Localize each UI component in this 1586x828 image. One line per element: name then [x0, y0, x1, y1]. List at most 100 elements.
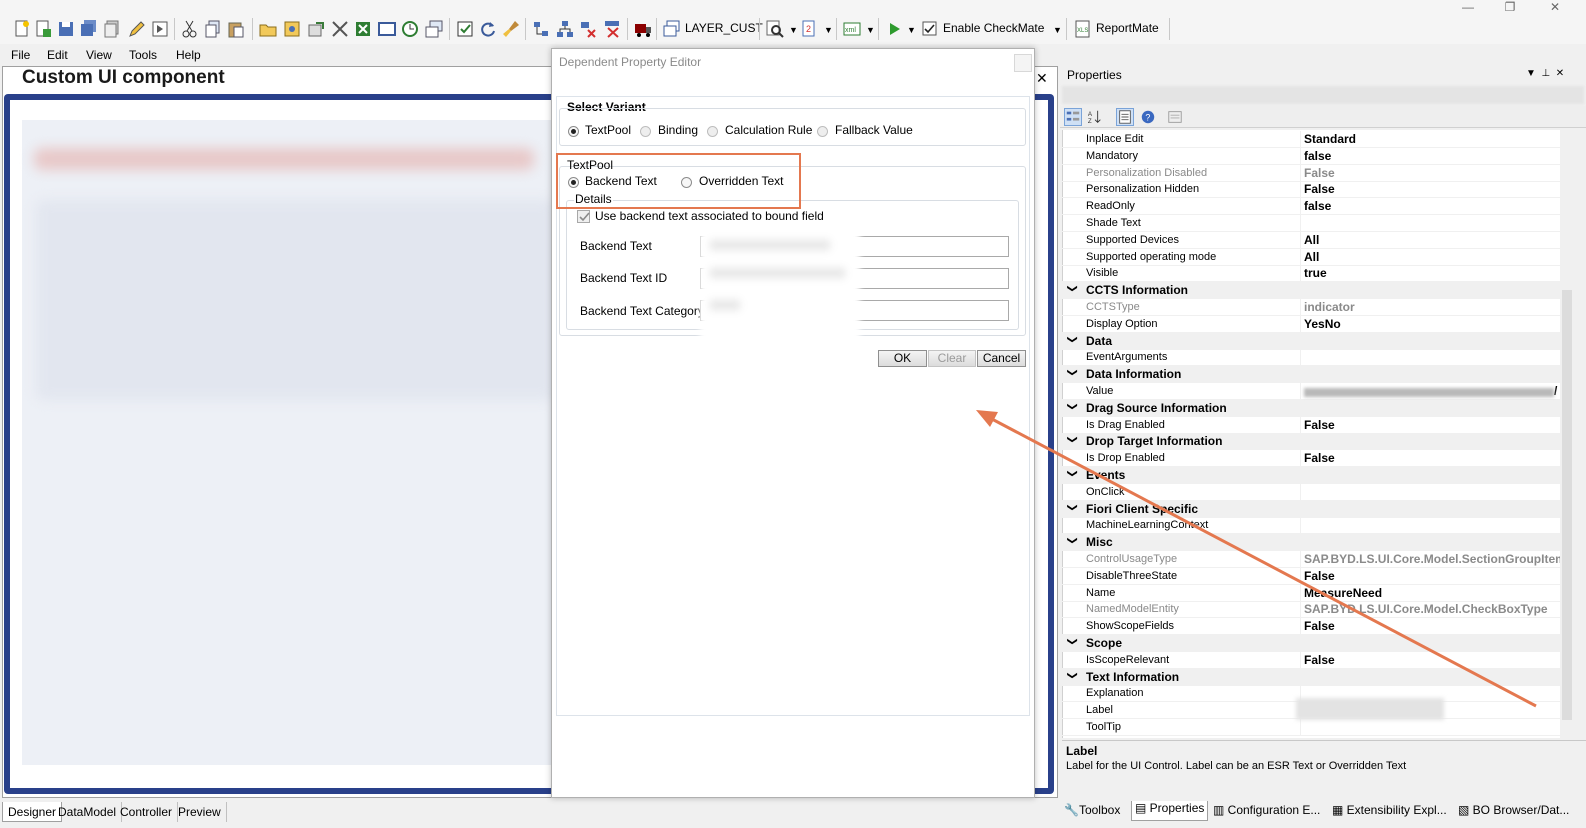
find-icon[interactable]	[765, 19, 785, 39]
cancel-button[interactable]: Cancel	[977, 350, 1026, 367]
restore-icon[interactable]: ❐	[1500, 0, 1520, 14]
save-icon[interactable]	[56, 19, 76, 39]
tab-extensibility-explorer[interactable]: ▦ Extensibility Expl...	[1332, 803, 1447, 817]
chevron-down-icon[interactable]: ❯	[1067, 436, 1078, 444]
radio-calculation-rule[interactable]	[707, 126, 718, 137]
chevron-down-icon[interactable]: ❯	[1067, 671, 1078, 679]
property-value[interactable]: false	[1304, 149, 1331, 163]
property-row[interactable]: Display Option YesNo	[1062, 315, 1560, 333]
property-value[interactable]: False	[1304, 166, 1335, 180]
property-category[interactable]: ❯ Drag Source Information	[1062, 399, 1560, 417]
tab-toolbox[interactable]: 🔧Toolbox	[1064, 803, 1120, 817]
property-row[interactable]: ToolTip	[1062, 719, 1560, 736]
tab-configuration-explorer[interactable]: ▥ Configuration E...	[1213, 803, 1320, 817]
property-value[interactable]: False	[1304, 451, 1335, 465]
deploy-icon[interactable]	[455, 19, 475, 39]
property-row[interactable]: Personalization Hidden False	[1062, 181, 1560, 199]
reportmate-label[interactable]: ReportMate	[1096, 21, 1159, 35]
pin-icon[interactable]: ▼ ⊥ ✕	[1526, 68, 1564, 79]
tools-icon[interactable]	[330, 19, 350, 39]
checkmate-checkbox-icon[interactable]	[922, 21, 938, 37]
transport-truck-icon[interactable]	[633, 19, 653, 39]
property-value[interactable]: /	[1554, 384, 1557, 398]
radio-textpool-label[interactable]: TextPool	[585, 123, 631, 137]
property-value[interactable]: False	[1304, 418, 1335, 432]
reportmate-icon[interactable]: XLS	[1073, 19, 1093, 39]
property-value[interactable]: Standard	[1304, 132, 1356, 146]
sort-alpha-icon[interactable]: AZ	[1086, 108, 1104, 126]
browse-icon[interactable]	[282, 19, 302, 39]
property-value[interactable]: indicator	[1304, 300, 1355, 314]
window-icon[interactable]	[377, 19, 397, 39]
close-designer-icon[interactable]: ✕	[1036, 70, 1048, 87]
property-value[interactable]: MeasureNeed	[1304, 586, 1382, 600]
chevron-down-icon[interactable]: ❯	[1067, 637, 1078, 645]
property-category[interactable]: ❯ CCTS Information	[1062, 282, 1560, 300]
property-category[interactable]: ❯ Drop Target Information	[1062, 433, 1560, 451]
property-row[interactable]: Is Drop Enabled False	[1062, 450, 1560, 468]
add-file-icon[interactable]	[33, 19, 53, 39]
windows-icon[interactable]	[424, 19, 444, 39]
property-row[interactable]: Name MeasureNeed	[1062, 584, 1560, 602]
radio-binding-label[interactable]: Binding	[658, 123, 698, 137]
property-row[interactable]: MachineLearningContext	[1062, 517, 1560, 535]
dropdown-arrow-icon[interactable]: ▼	[824, 25, 833, 35]
clock-icon[interactable]	[400, 19, 420, 39]
property-category[interactable]: ❯ Scope	[1062, 635, 1560, 652]
property-row[interactable]: Inplace Edit Standard	[1062, 131, 1560, 148]
property-value[interactable]: False	[1304, 569, 1335, 583]
scrollbar-thumb[interactable]	[1562, 290, 1572, 720]
sort-icon[interactable]: 2	[800, 19, 820, 39]
cut-icon[interactable]	[180, 19, 200, 39]
edit-pencil-icon[interactable]	[127, 19, 147, 39]
save-all-icon[interactable]	[79, 19, 99, 39]
enable-checkmate-label[interactable]: Enable CheckMate	[943, 21, 1044, 35]
menu-edit[interactable]: Edit	[47, 48, 68, 62]
remove-node-icon[interactable]	[578, 19, 598, 39]
dropdown-arrow-icon[interactable]: ▼	[907, 25, 916, 35]
property-category[interactable]: ❯ Text Information	[1062, 668, 1560, 686]
property-value[interactable]: All	[1304, 250, 1319, 264]
object-selector[interactable]	[1062, 86, 1584, 104]
menu-tools[interactable]: Tools	[129, 48, 157, 62]
open-folder-icon[interactable]	[258, 19, 278, 39]
property-row[interactable]: Supported operating mode All	[1062, 248, 1560, 266]
chevron-down-icon[interactable]: ❯	[1067, 503, 1078, 511]
property-value[interactable]: All	[1304, 233, 1319, 247]
property-row[interactable]: DisableThreeState False	[1062, 567, 1560, 585]
excel-icon[interactable]	[353, 19, 373, 39]
radio-binding[interactable]	[640, 126, 651, 137]
chevron-down-icon[interactable]: ❯	[1067, 402, 1078, 410]
layer-icon[interactable]	[662, 19, 682, 39]
tab-datamodel[interactable]: DataModel	[53, 802, 123, 822]
close-window-icon[interactable]: ✕	[1545, 0, 1565, 14]
run-play-icon[interactable]	[884, 19, 904, 39]
layer-label[interactable]: LAYER_CUST	[685, 21, 763, 35]
property-row[interactable]: EventArguments	[1062, 349, 1560, 367]
chevron-down-icon[interactable]: ❯	[1067, 335, 1078, 343]
delete-hierarchy-icon[interactable]	[602, 19, 622, 39]
property-row[interactable]: OnClick	[1062, 483, 1560, 501]
export-icon[interactable]	[306, 19, 326, 39]
ok-button[interactable]: OK	[878, 350, 927, 367]
property-value[interactable]: YesNo	[1304, 317, 1341, 331]
property-value[interactable]: false	[1304, 199, 1331, 213]
tab-bo-browser[interactable]: ▧ BO Browser/Dat...	[1458, 803, 1569, 817]
property-row[interactable]: ControlUsageType SAP.BYD.LS.UI.Core.Model…	[1062, 551, 1573, 568]
help-icon[interactable]: ?	[1139, 108, 1157, 126]
property-category[interactable]: ❯ Fiori Client Specific	[1062, 500, 1560, 518]
refresh-icon[interactable]	[478, 19, 498, 39]
property-row[interactable]: Visible true	[1062, 265, 1560, 283]
xml-icon[interactable]: xml	[842, 19, 862, 39]
chevron-down-icon[interactable]: ❯	[1067, 536, 1078, 544]
radio-fallback-value[interactable]	[817, 126, 828, 137]
tab-controller[interactable]: Controller	[115, 802, 179, 822]
chevron-down-icon[interactable]: ❯	[1067, 469, 1078, 477]
paste-icon[interactable]	[226, 19, 246, 39]
property-category[interactable]: ❯ Misc	[1062, 534, 1560, 552]
use-backend-text-checkbox[interactable]	[577, 210, 590, 223]
copy-doc-icon[interactable]	[102, 19, 122, 39]
chevron-down-icon[interactable]: ❯	[1067, 368, 1078, 376]
property-category[interactable]: ❯ Data	[1062, 332, 1560, 350]
minimize-icon[interactable]: —	[1458, 0, 1478, 14]
